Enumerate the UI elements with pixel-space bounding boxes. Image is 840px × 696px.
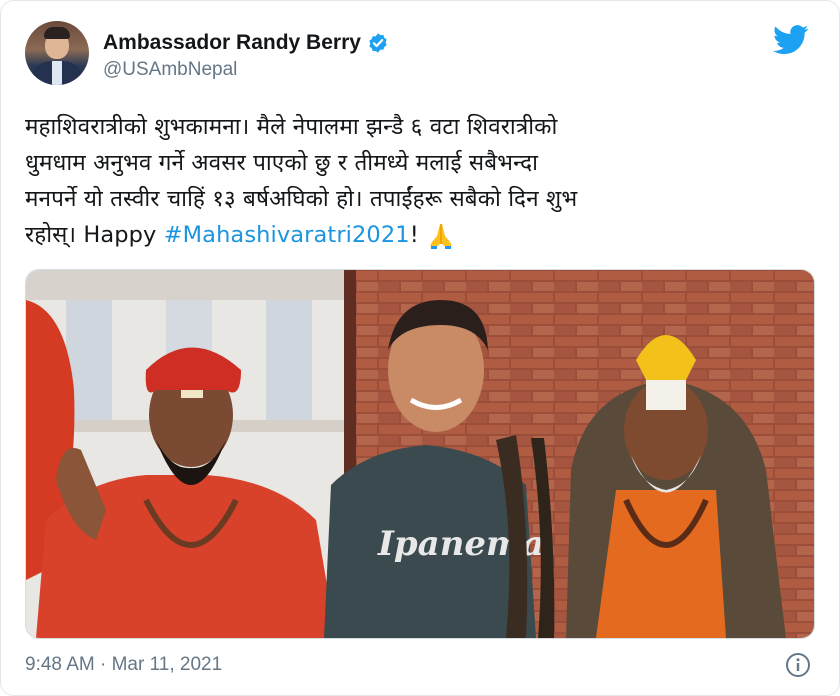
hashtag-link[interactable]: #Mahashivaratri2021 [164, 222, 410, 248]
author-avatar[interactable] [25, 21, 89, 85]
tweet-line-1: महाशिवरात्रीको शुभकामना। मैले नेपालमा झन… [25, 114, 558, 140]
tweet-photo[interactable]: Ipanema [25, 269, 815, 639]
tweet-line-4-suffix: ! [409, 222, 419, 248]
verified-badge-icon [369, 33, 387, 53]
avatar-shirt [52, 61, 62, 85]
tweet-line-4-prefix: रहोस्। Happy [25, 222, 164, 248]
tweet-card: Ambassador Randy Berry @USAmbNepal महाशि… [0, 0, 840, 696]
photo-scene: Ipanema [26, 270, 814, 638]
twitter-bird-icon[interactable] [773, 25, 809, 55]
author-name-row: Ambassador Randy Berry [103, 31, 389, 55]
tweet-line-2: धुमधाम अनुभव गर्ने अवसर पाएको छु र तीमध्… [25, 150, 538, 176]
folded-hands-icon [430, 223, 453, 249]
tweet-timestamp[interactable]: 9:48 AM · Mar 11, 2021 [25, 654, 222, 676]
tweet-line-3: मनपर्ने यो तस्वीर चाहिं १३ बर्षअघिको हो।… [25, 186, 578, 212]
tweet-line-4: रहोस्। Happy #Mahashivaratri2021! [25, 217, 805, 253]
tweet-text: महाशिवरात्रीको शुभकामना। मैले नेपालमा झन… [25, 109, 805, 253]
avatar-hair [44, 27, 70, 39]
author-display-name[interactable]: Ambassador Randy Berry [103, 31, 361, 55]
info-icon[interactable] [785, 652, 811, 678]
author-handle[interactable]: @USAmbNepal [103, 59, 237, 81]
